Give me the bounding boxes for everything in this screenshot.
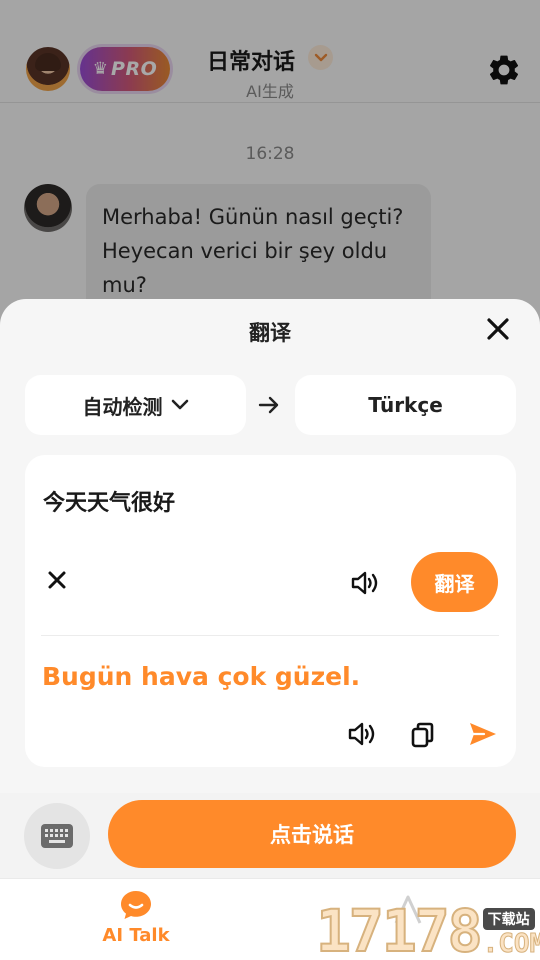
- divider: [41, 635, 499, 636]
- speaker-icon[interactable]: [347, 719, 379, 749]
- chat-bubble-icon: [121, 891, 151, 919]
- input-bar: 点击说话: [0, 793, 540, 878]
- translate-button[interactable]: 翻译: [411, 552, 498, 612]
- target-language-label: Türkçe: [368, 393, 443, 417]
- sheet-title: 翻译: [249, 321, 291, 345]
- watermark-number: 17178: [315, 897, 484, 960]
- watermark-side: 下载站 .COM: [482, 908, 540, 959]
- source-text-input[interactable]: 今天天气很好: [43, 485, 175, 517]
- source-language-select[interactable]: 自动检测: [25, 375, 246, 435]
- source-language-label: 自动检测: [82, 394, 163, 419]
- nav-label-ai-talk: AI Talk: [102, 925, 170, 946]
- translation-result: Bugün hava çok güzel.: [42, 662, 361, 691]
- tap-to-speak-button[interactable]: 点击说话: [108, 800, 516, 868]
- target-language-select[interactable]: Türkçe: [295, 375, 516, 435]
- translate-sheet: 翻译 自动检测 Türkçe 今天天气很好 翻译 Bugün hava çok …: [0, 299, 540, 799]
- watermark-tag: 下载站: [482, 908, 535, 930]
- copy-icon[interactable]: [410, 721, 436, 749]
- keyboard-icon: [41, 824, 73, 848]
- speaker-icon[interactable]: [350, 568, 382, 598]
- clear-icon[interactable]: [45, 568, 69, 592]
- watermark-domain: .COM: [482, 929, 540, 959]
- arrow-right-icon: [258, 396, 279, 414]
- send-icon[interactable]: [468, 720, 498, 748]
- translation-card: 今天天气很好 翻译 Bugün hava çok güzel.: [25, 455, 516, 767]
- nav-item-ai-talk[interactable]: AI Talk: [88, 889, 184, 946]
- keyboard-button[interactable]: [24, 803, 90, 869]
- close-icon[interactable]: [484, 315, 512, 343]
- watermark: 17178 下载站 .COM: [315, 897, 540, 960]
- chevron-down-icon: [171, 399, 188, 410]
